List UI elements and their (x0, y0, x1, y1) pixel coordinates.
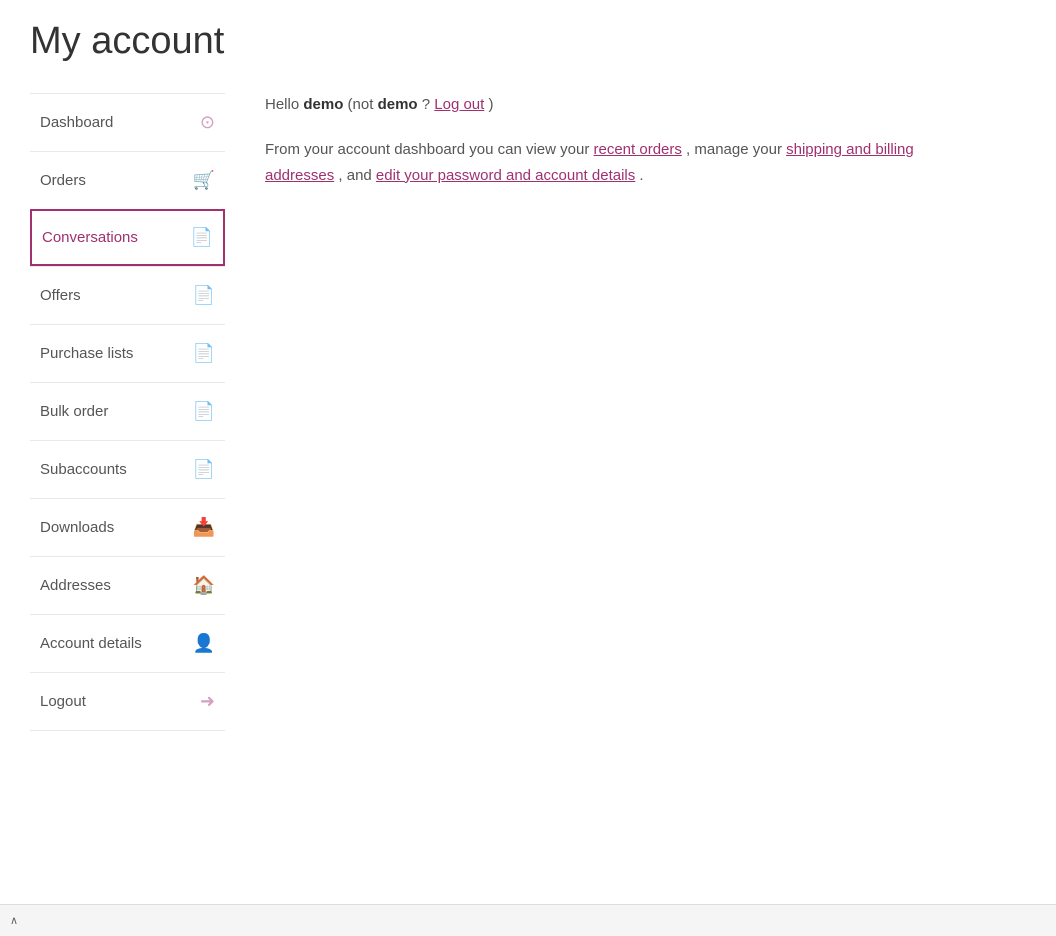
sidebar-icon-subaccounts: 📄 (193, 459, 215, 480)
sidebar-icon-addresses: 🏠 (193, 575, 215, 596)
sidebar-label-logout: Logout (40, 693, 200, 710)
sidebar-label-downloads: Downloads (40, 519, 193, 536)
sidebar-icon-offers: 📄 (193, 285, 215, 306)
sidebar-item-logout[interactable]: Logout➜ (30, 672, 225, 731)
sidebar-label-purchase-lists: Purchase lists (40, 345, 193, 362)
sidebar-label-account-details: Account details (40, 635, 193, 652)
layout: Dashboard⊙Orders🛒Conversations📄Offers📄Pu… (0, 93, 1056, 771)
sidebar-icon-account-details: 👤 (193, 633, 215, 654)
logout-link[interactable]: Log out (434, 96, 484, 113)
recent-orders-link[interactable]: recent orders (594, 141, 682, 158)
sidebar-icon-purchase-lists: 📄 (193, 343, 215, 364)
desc-end: . (639, 167, 643, 184)
sidebar-label-orders: Orders (40, 172, 193, 189)
page-title: My account (0, 0, 1056, 93)
main-content: Hello demo (not demo ? Log out ) From yo… (225, 93, 1025, 731)
sidebar-icon-dashboard: ⊙ (200, 112, 215, 133)
greeting-text: Hello demo (not demo ? Log out ) (265, 93, 985, 117)
sidebar-label-bulk-order: Bulk order (40, 403, 193, 420)
desc-middle: , manage your (686, 141, 786, 158)
sidebar-icon-downloads: 📥 (193, 517, 215, 538)
sidebar-icon-conversations: 📄 (191, 227, 213, 248)
sidebar-label-dashboard: Dashboard (40, 114, 200, 131)
browser-bottom-bar: ∧ (0, 904, 1056, 936)
username-bold: demo (303, 96, 343, 113)
sidebar-icon-logout: ➜ (200, 691, 215, 712)
sidebar-item-bulk-order[interactable]: Bulk order📄 (30, 382, 225, 440)
desc-before: From your account dashboard you can view… (265, 141, 594, 158)
sidebar-icon-bulk-order: 📄 (193, 401, 215, 422)
not-text: (not (348, 96, 378, 113)
sidebar-label-subaccounts: Subaccounts (40, 461, 193, 478)
description-text: From your account dashboard you can view… (265, 137, 985, 188)
sidebar-item-orders[interactable]: Orders🛒 (30, 151, 225, 209)
sidebar-label-offers: Offers (40, 287, 193, 304)
sidebar-item-conversations[interactable]: Conversations📄 (30, 209, 225, 266)
sidebar-label-addresses: Addresses (40, 577, 193, 594)
sidebar-item-downloads[interactable]: Downloads📥 (30, 498, 225, 556)
sidebar-item-offers[interactable]: Offers📄 (30, 266, 225, 324)
sidebar: Dashboard⊙Orders🛒Conversations📄Offers📄Pu… (0, 93, 225, 731)
username2-bold: demo (378, 96, 418, 113)
closing-paren: ) (488, 96, 493, 113)
sidebar-label-conversations: Conversations (42, 229, 191, 246)
question-mark: ? (422, 96, 435, 113)
sidebar-icon-orders: 🛒 (193, 170, 215, 191)
sidebar-item-addresses[interactable]: Addresses🏠 (30, 556, 225, 614)
password-link[interactable]: edit your password and account details (376, 167, 635, 184)
sidebar-item-account-details[interactable]: Account details👤 (30, 614, 225, 672)
scroll-up-icon[interactable]: ∧ (10, 914, 18, 927)
sidebar-item-subaccounts[interactable]: Subaccounts📄 (30, 440, 225, 498)
sidebar-item-dashboard[interactable]: Dashboard⊙ (30, 93, 225, 151)
desc-and: , and (338, 167, 376, 184)
sidebar-item-purchase-lists[interactable]: Purchase lists📄 (30, 324, 225, 382)
